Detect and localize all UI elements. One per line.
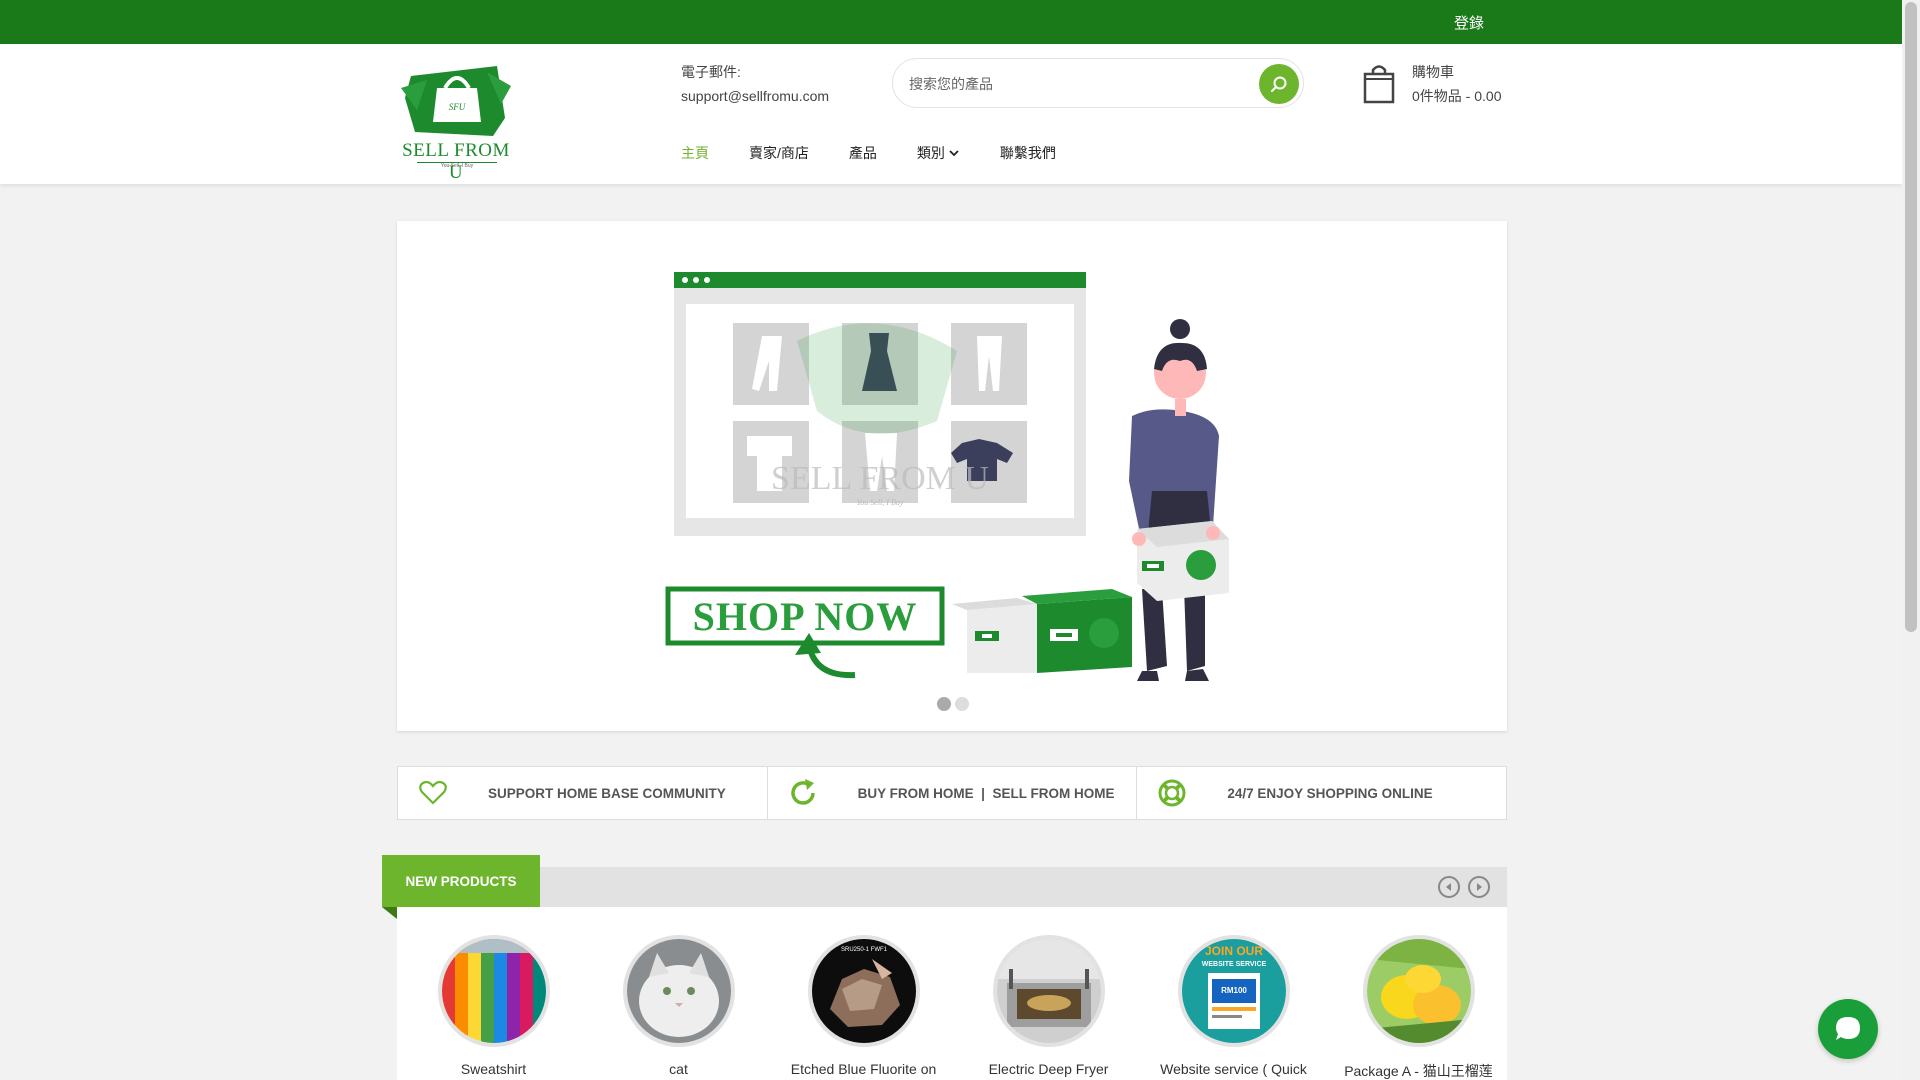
product-card[interactable]: SRU250-1 FWF1 Etched Blue Fluorite on	[771, 935, 956, 1077]
banner-watermark: SELL FROM U	[771, 460, 989, 497]
page-scrollbar[interactable]	[1902, 0, 1920, 1080]
product-card[interactable]: cat	[586, 935, 771, 1077]
nav-item-categories[interactable]: 類別	[917, 143, 960, 163]
search-button[interactable]	[1259, 64, 1299, 104]
feature-item: BUY FROM HOME | SELL FROM HOME	[768, 767, 1138, 819]
hero-slider[interactable]: SELL FROM U You Sell, I Buy SHOP NOW	[397, 221, 1507, 731]
product-image-durian[interactable]	[1362, 935, 1475, 1047]
top-bar: 登錄	[0, 0, 1902, 44]
nav-item-products[interactable]: 產品	[849, 143, 877, 163]
cart-widget[interactable]: 購物車 0件物品 - 0.00	[1362, 60, 1512, 110]
search-icon	[1271, 76, 1287, 92]
logo-bag-icon: SFU	[401, 66, 511, 136]
product-card[interactable]: JOIN OUR WEBSITE SERVICE RM100 Website s…	[1141, 935, 1326, 1077]
product-card[interactable]: Electric Deep Fryer	[956, 935, 1141, 1077]
product-name[interactable]: Etched Blue Fluorite on	[771, 1061, 956, 1077]
product-name[interactable]: Package A - 猫山王榴莲	[1326, 1061, 1511, 1080]
chat-bubble-icon	[1836, 1017, 1860, 1040]
carousel-prev-button[interactable]	[1438, 876, 1460, 898]
nav-item-sellers[interactable]: 賣家/商店	[749, 143, 809, 163]
main-nav: 主頁 賣家/商店 產品 類別 聯繫我們	[681, 143, 1096, 163]
product-name[interactable]: Website service ( Quick	[1141, 1061, 1326, 1077]
feature-label: BUY FROM HOME | SELL FROM HOME	[857, 785, 1115, 801]
triangle-left-icon	[1446, 883, 1451, 891]
feature-label: SUPPORT HOME BASE COMMUNITY	[488, 785, 726, 801]
search-box	[892, 58, 1304, 108]
product-image-deep-fryer[interactable]	[992, 935, 1105, 1047]
heart-icon	[418, 778, 448, 808]
feature-strip: SUPPORT HOME BASE COMMUNITY BUY FROM HOM…	[397, 766, 1507, 820]
cart-summary: 0件物品 - 0.00	[1412, 88, 1502, 104]
product-card[interactable]: Package A - 猫山王榴莲	[1326, 935, 1511, 1080]
refresh-icon	[788, 778, 818, 808]
product-image-sweatshirt[interactable]	[437, 935, 550, 1047]
logo-bag-text: SFU	[449, 102, 466, 112]
product-image-fluorite[interactable]: SRU250-1 FWF1	[807, 935, 920, 1047]
banner-watermark-tagline: You Sell, I Buy	[857, 498, 904, 507]
shopping-bag-icon	[1363, 65, 1395, 104]
carousel-controls	[1438, 876, 1490, 898]
email-value[interactable]: support@sellfromu.com	[681, 84, 829, 108]
contact-email-block: 電子郵件: support@sellfromu.com	[681, 60, 829, 108]
site-logo[interactable]: SFU SELL FROM U You Sell, I Buy	[397, 58, 515, 183]
login-link[interactable]: 登錄	[1454, 12, 1484, 33]
nav-item-home[interactable]: 主頁	[681, 143, 709, 163]
site-header: SFU SELL FROM U You Sell, I Buy 電子郵件: su…	[0, 44, 1902, 184]
feature-item: 24/7 ENJOY SHOPPING ONLINE	[1137, 767, 1506, 819]
lifebuoy-icon	[1157, 778, 1187, 808]
product-image-cat[interactable]	[622, 935, 735, 1047]
chat-button[interactable]	[1818, 999, 1878, 1059]
website-service-text: WEBSITE SERVICE	[1201, 961, 1266, 968]
slider-dot-1[interactable]	[937, 697, 951, 711]
scrollbar-thumb[interactable]	[1905, 2, 1917, 632]
slider-pagination	[937, 697, 969, 711]
new-products-tab[interactable]: NEW PRODUCTS	[382, 855, 540, 907]
nav-item-categories-label: 類別	[916, 145, 945, 161]
website-price-text: RM100	[1221, 986, 1247, 995]
product-image-website-service[interactable]: JOIN OUR WEBSITE SERVICE RM100	[1177, 935, 1290, 1047]
fluorite-label: SRU250-1 FWF1	[840, 947, 887, 953]
new-products-bar	[397, 867, 1507, 907]
nav-item-contact[interactable]: 聯繫我們	[1000, 143, 1056, 163]
hero-illustration: SELL FROM U You Sell, I Buy SHOP NOW	[665, 272, 1229, 681]
search-input[interactable]	[909, 72, 1239, 96]
product-card[interactable]: Sweatshirt	[401, 935, 586, 1077]
chevron-down-icon	[949, 150, 959, 157]
tab-fold	[382, 907, 397, 919]
feature-item: SUPPORT HOME BASE COMMUNITY	[398, 767, 768, 819]
shop-now-text: SHOP NOW	[693, 594, 918, 639]
logo-tagline: You Sell, I Buy	[417, 162, 497, 169]
carousel-next-button[interactable]	[1468, 876, 1490, 898]
product-name[interactable]: Sweatshirt	[401, 1061, 586, 1077]
triangle-right-icon	[1477, 883, 1482, 891]
new-products-carousel: Sweatshirt cat SRU250-1 FWF1 Etched Blue…	[397, 907, 1507, 1080]
cart-title: 購物車	[1412, 64, 1454, 80]
product-name[interactable]: cat	[586, 1061, 771, 1077]
slider-dot-2[interactable]	[955, 697, 969, 711]
website-join-text: JOIN OUR	[1204, 944, 1262, 958]
product-name[interactable]: Electric Deep Fryer	[956, 1061, 1141, 1077]
email-label: 電子郵件:	[681, 64, 741, 80]
feature-label: 24/7 ENJOY SHOPPING ONLINE	[1227, 785, 1433, 801]
